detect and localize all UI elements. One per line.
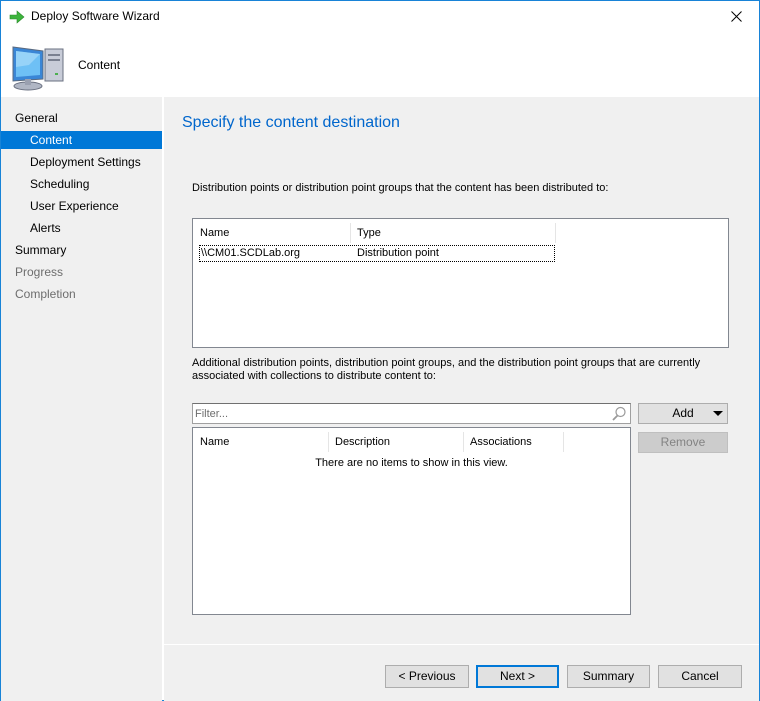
column-separator[interactable]	[555, 223, 556, 243]
column-header-name[interactable]: Name	[193, 433, 229, 451]
row-name: \\CM01.SCDLab.org	[201, 247, 301, 259]
additional-list[interactable]: Name Description Associations There are …	[192, 427, 631, 615]
column-header-associations[interactable]: Associations	[463, 433, 532, 451]
table-row[interactable]: \\CM01.SCDLab.org Distribution point	[199, 245, 555, 262]
wizard-navigation: General Content Deployment Settings Sche…	[1, 97, 162, 701]
title-bar: Deploy Software Wizard	[1, 1, 759, 32]
summary-button[interactable]: Summary	[567, 665, 650, 688]
distributed-list[interactable]: Name Type \\CM01.SCDLab.org Distribution…	[192, 218, 729, 348]
nav-item-progress: Progress	[15, 265, 64, 279]
nav-item-completion: Completion	[15, 287, 76, 301]
page-title: Specify the content destination	[182, 114, 400, 131]
nav-item-deployment-settings[interactable]: Deployment Settings	[1, 153, 162, 171]
add-button[interactable]: Add	[638, 403, 728, 424]
cancel-button[interactable]: Cancel	[658, 665, 742, 688]
next-button[interactable]: Next >	[476, 665, 559, 688]
nav-item-scheduling[interactable]: Scheduling	[1, 175, 162, 193]
column-header-type[interactable]: Type	[350, 224, 381, 242]
wizard-content: Specify the content destination Distribu…	[164, 97, 759, 701]
column-header-description[interactable]: Description	[328, 433, 390, 451]
nav-item-content[interactable]: Content	[1, 131, 162, 149]
wizard-window: Deploy Software Wizard Content General C…	[0, 0, 760, 701]
close-button[interactable]	[713, 1, 759, 32]
add-button-label: Add	[672, 406, 694, 420]
filter-box	[192, 403, 631, 424]
additional-label: Additional distribution points, distribu…	[192, 357, 701, 382]
nav-item-alerts[interactable]: Alerts	[1, 219, 162, 237]
remove-button: Remove	[638, 432, 728, 453]
nav-item-general[interactable]: General	[1, 109, 162, 127]
row-type: Distribution point	[357, 247, 439, 259]
window-title: Deploy Software Wizard	[31, 9, 160, 23]
column-header-name[interactable]: Name	[193, 224, 229, 242]
close-icon	[730, 11, 742, 22]
header-title: Content	[78, 58, 121, 72]
distributed-label: Distribution points or distribution poin…	[192, 182, 609, 194]
column-separator[interactable]	[563, 432, 564, 452]
nav-item-user-experience[interactable]: User Experience	[1, 197, 162, 215]
search-icon[interactable]	[611, 406, 627, 422]
green-arrow-icon	[9, 10, 25, 24]
previous-button[interactable]: < Previous	[385, 665, 469, 688]
nav-item-summary[interactable]: Summary	[1, 241, 162, 259]
dropdown-arrow-icon	[713, 411, 723, 416]
filter-input[interactable]	[195, 406, 605, 421]
empty-message: There are no items to show in this view.	[315, 457, 508, 469]
computer-icon	[12, 46, 64, 91]
footer-divider	[164, 644, 759, 645]
wizard-header: Content	[1, 32, 759, 96]
